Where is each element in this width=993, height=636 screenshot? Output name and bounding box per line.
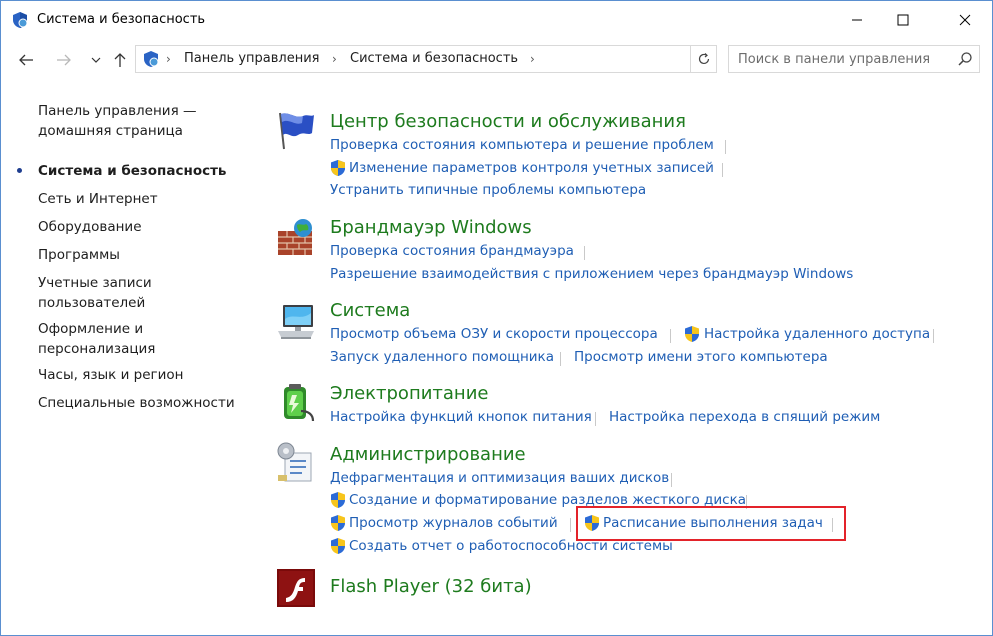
search-box[interactable] [728, 45, 980, 73]
link-separator [725, 140, 726, 154]
link-ram-cpu[interactable]: Просмотр объема ОЗУ и скорости процессор… [330, 326, 658, 342]
shield-icon [13, 12, 28, 28]
minimize-button[interactable] [834, 1, 880, 39]
breadcrumb-separator[interactable]: › [332, 52, 337, 66]
section-title-security[interactable]: Центр безопасности и обслуживания [330, 111, 686, 132]
uac-shield-icon [331, 538, 345, 554]
uac-shield-icon [331, 492, 345, 508]
section-title-power[interactable]: Электропитание [330, 383, 488, 404]
sidebar-item-accessibility[interactable]: Специальные возможности [38, 393, 235, 413]
up-button[interactable] [109, 49, 131, 71]
uac-shield-icon [331, 515, 345, 531]
forward-button[interactable] [53, 49, 75, 71]
sidebar-item-user-accounts[interactable]: Учетные записи [38, 273, 152, 293]
uac-shield-icon [685, 326, 699, 342]
control-panel-shield-icon [144, 51, 159, 67]
recent-locations-button[interactable] [85, 49, 107, 71]
admin-tools-icon[interactable] [275, 441, 317, 483]
highlight-annotation [576, 506, 846, 541]
search-input[interactable] [729, 46, 949, 72]
computer-icon[interactable] [275, 301, 317, 343]
sidebar-item-home[interactable]: домашняя страница [38, 121, 183, 141]
navigation-bar: › Панель управления › Система и безопасн… [1, 39, 992, 81]
link-separator [570, 518, 571, 532]
link-separator [671, 473, 672, 487]
refresh-icon [698, 53, 709, 65]
link-remote-assistance[interactable]: Запуск удаленного помощника [330, 349, 554, 365]
breadcrumb-system-security[interactable]: Система и безопасность [350, 51, 518, 66]
back-button[interactable] [15, 49, 37, 71]
link-sleep-settings[interactable]: Настройка перехода в спящий режим [609, 409, 880, 425]
refresh-button[interactable] [690, 46, 716, 72]
link-check-status[interactable]: Проверка состояния компьютера и решение … [330, 137, 714, 153]
firewall-icon[interactable] [275, 217, 317, 259]
link-power-buttons[interactable]: Настройка функций кнопок питания [330, 409, 592, 425]
link-defragment[interactable]: Дефрагментация и оптимизация ваших диско… [330, 470, 669, 486]
control-panel-window: Система и безопасность › Панель управлен… [0, 0, 993, 636]
breadcrumb-separator[interactable]: › [530, 52, 535, 66]
link-uac-settings[interactable]: Изменение параметров контроля учетных за… [349, 160, 714, 176]
sidebar-item-programs[interactable]: Программы [38, 245, 120, 265]
link-separator [722, 163, 723, 177]
current-item-bullet [17, 168, 22, 173]
sidebar-item-personalization[interactable]: персонализация [38, 339, 155, 359]
section-title-admin[interactable]: Администрирование [330, 444, 526, 465]
search-icon[interactable] [957, 51, 973, 67]
link-separator [584, 246, 585, 260]
sidebar-item-home[interactable]: Панель управления — [38, 101, 197, 121]
sidebar-item-user-accounts[interactable]: пользователей [38, 293, 145, 313]
sidebar-item-clock-region[interactable]: Часы, язык и регион [38, 365, 184, 385]
link-separator [670, 329, 671, 343]
sidebar-item-hardware[interactable]: Оборудование [38, 217, 142, 237]
flash-player-icon[interactable] [277, 569, 315, 607]
section-title-system[interactable]: Система [330, 300, 410, 321]
minimize-icon [852, 19, 862, 21]
uac-shield-icon [331, 160, 345, 176]
link-firewall-allow-app[interactable]: Разрешение взаимодействия с приложением … [330, 266, 853, 282]
arrow-left-icon [19, 54, 33, 66]
link-remote-access[interactable]: Настройка удаленного доступа [704, 326, 930, 342]
address-bar[interactable]: › Панель управления › Система и безопасн… [135, 45, 717, 73]
power-battery-icon[interactable] [275, 381, 317, 423]
close-icon [959, 14, 971, 26]
maximize-icon [897, 14, 909, 26]
breadcrumb-separator[interactable]: › [166, 52, 171, 66]
sidebar-item-network[interactable]: Сеть и Интернет [38, 189, 158, 209]
link-separator [933, 329, 934, 343]
section-title-firewall[interactable]: Брандмауэр Windows [330, 217, 532, 238]
link-firewall-status[interactable]: Проверка состояния брандмауэра [330, 243, 574, 259]
maximize-button[interactable] [880, 1, 926, 39]
section-title-flash[interactable]: Flash Player (32 бита) [330, 576, 532, 597]
breadcrumb-control-panel[interactable]: Панель управления [184, 51, 320, 66]
sidebar-item-personalization[interactable]: Оформление и [38, 319, 143, 339]
title-bar: Система и безопасность [1, 1, 992, 39]
link-computer-name[interactable]: Просмотр имени этого компьютера [574, 349, 828, 365]
link-separator [560, 352, 561, 366]
chevron-down-icon [91, 57, 101, 63]
close-button[interactable] [942, 1, 988, 39]
link-separator [595, 412, 596, 426]
window-title: Система и безопасность [37, 12, 206, 27]
link-troubleshoot[interactable]: Устранить типичные проблемы компьютера [330, 182, 646, 198]
link-health-report[interactable]: Создать отчет о работоспособности систем… [349, 538, 673, 554]
sidebar-item-system-security: Система и безопасность [38, 163, 227, 179]
link-event-logs[interactable]: Просмотр журналов событий [349, 515, 558, 531]
arrow-up-icon [114, 53, 126, 67]
arrow-right-icon [57, 54, 71, 66]
flag-icon[interactable] [275, 109, 317, 151]
